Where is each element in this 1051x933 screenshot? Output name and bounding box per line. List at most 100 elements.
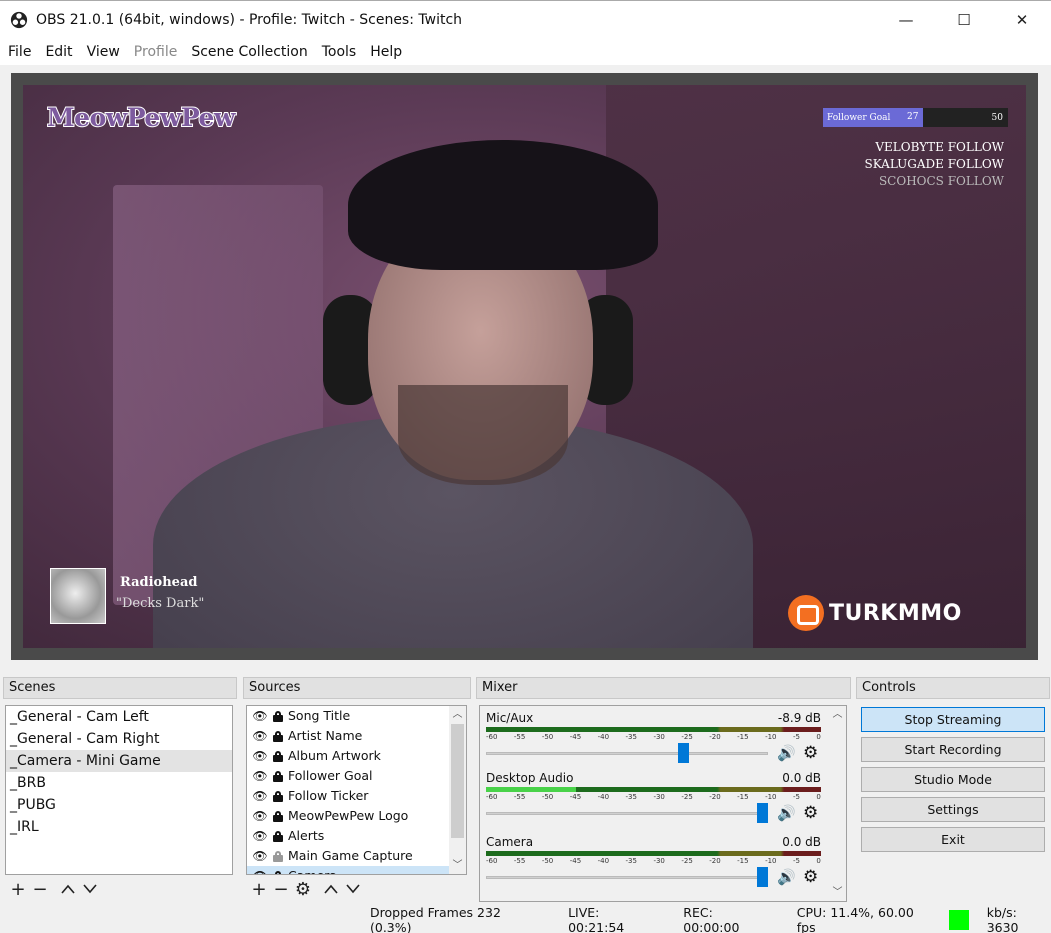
visibility-eye-icon[interactable]: 👁 — [251, 866, 269, 874]
follower-goal-current: 27 — [907, 112, 919, 122]
scene-item[interactable]: _PUBG — [6, 794, 232, 816]
artist-name: Radiohead — [120, 575, 198, 590]
scene-item[interactable]: _IRL — [6, 816, 232, 838]
speaker-icon[interactable]: 🔊 — [777, 804, 796, 822]
scene-item[interactable]: _General - Cam Right — [6, 728, 232, 750]
move-source-up-button[interactable] — [320, 878, 342, 900]
preview-canvas[interactable]: MeowPewPew Follower Goal 27 50 VELOBYTE … — [23, 85, 1026, 648]
unlock-icon[interactable] — [272, 850, 284, 862]
add-source-button[interactable]: + — [248, 878, 270, 900]
scene-item[interactable]: _BRB — [6, 772, 232, 794]
fader-track[interactable] — [486, 876, 768, 879]
move-source-down-button[interactable] — [342, 878, 364, 900]
move-scene-up-button[interactable] — [57, 878, 79, 900]
visibility-eye-icon[interactable]: 👁 — [251, 846, 269, 866]
menu-scene-collection[interactable]: Scene Collection — [191, 44, 307, 60]
lock-icon[interactable] — [272, 730, 284, 742]
menu-view[interactable]: View — [87, 44, 120, 60]
menu-file[interactable]: File — [8, 44, 31, 60]
fader-track[interactable] — [486, 812, 768, 815]
lock-icon[interactable] — [272, 710, 284, 722]
lock-icon[interactable] — [272, 750, 284, 762]
scenes-list[interactable]: _General - Cam Left _General - Cam Right… — [5, 705, 233, 875]
visibility-eye-icon[interactable]: 👁 — [251, 706, 269, 726]
scene-item[interactable]: _General - Cam Left — [6, 706, 232, 728]
menu-help[interactable]: Help — [370, 44, 402, 60]
source-item[interactable]: 👁 Follower Goal — [247, 766, 466, 786]
speaker-icon[interactable]: 🔊 — [777, 744, 796, 762]
ticker-line: VELOBYTE FOLLOW — [875, 140, 1004, 154]
volume-fader[interactable]: 🔊 ⚙ — [486, 742, 821, 764]
fader-knob[interactable] — [757, 803, 768, 823]
lock-icon[interactable] — [272, 870, 284, 874]
volume-fader[interactable]: 🔊 ⚙ — [486, 866, 821, 888]
maximize-button[interactable]: ☐ — [935, 1, 993, 39]
remove-scene-button[interactable]: − — [29, 878, 51, 900]
fader-track[interactable] — [486, 752, 768, 755]
scenes-title: Scenes — [3, 677, 237, 699]
cpu-fps: CPU: 11.4%, 60.00 fps — [796, 905, 914, 933]
brand-text: TURKMMO — [829, 600, 962, 626]
move-scene-down-button[interactable] — [79, 878, 101, 900]
gear-icon[interactable]: ⚙ — [803, 803, 818, 823]
mixer-panel: Mic/Aux -8.9 dB -60 -55 -50 -45 -40 -35 -30 -25-… — [479, 705, 847, 902]
meter-tick-label: -55 — [513, 857, 526, 865]
meter-tick-label: -35 — [625, 857, 637, 865]
scroll-up-arrow-icon[interactable]: ︿ — [829, 706, 846, 723]
menu-edit[interactable]: Edit — [45, 44, 72, 60]
visibility-eye-icon[interactable]: 👁 — [251, 726, 269, 746]
scroll-up-arrow-icon[interactable]: ︿ — [449, 706, 466, 723]
visibility-eye-icon[interactable]: 👁 — [251, 786, 269, 806]
settings-button[interactable]: Settings — [861, 797, 1045, 822]
lock-icon[interactable] — [272, 810, 284, 822]
close-button[interactable]: ✕ — [993, 1, 1051, 39]
visibility-eye-icon[interactable]: 👁 — [251, 766, 269, 786]
studio-mode-button[interactable]: Studio Mode — [861, 767, 1045, 792]
scene-item[interactable]: _Camera - Mini Game — [6, 750, 232, 772]
exit-button[interactable]: Exit — [861, 827, 1045, 852]
visibility-eye-icon[interactable]: 👁 — [251, 826, 269, 846]
sources-list[interactable]: 👁 Song Title 👁 Artist Name 👁 Album Artwork … — [246, 705, 467, 875]
lock-icon[interactable] — [272, 770, 284, 782]
source-item[interactable]: 👁 Artist Name — [247, 726, 466, 746]
remove-source-button[interactable]: − — [270, 878, 292, 900]
source-item[interactable]: 👁 Follow Ticker — [247, 786, 466, 806]
meter-tick-label: -30 — [653, 857, 665, 865]
sources-scrollbar[interactable]: ︿ ﹀ — [449, 706, 466, 874]
gear-icon[interactable]: ⚙ — [803, 743, 818, 763]
source-item[interactable]: 👁 Song Title — [247, 706, 466, 726]
speaker-icon[interactable]: 🔊 — [777, 868, 796, 886]
source-item[interactable]: 👁 Camera — [247, 866, 466, 874]
gear-icon[interactable]: ⚙ — [803, 867, 818, 887]
lock-icon[interactable] — [272, 830, 284, 842]
source-item[interactable]: 👁 Main Game Capture — [247, 846, 466, 866]
source-properties-gear-icon[interactable]: ⚙ — [292, 878, 314, 900]
preview-area: MeowPewPew Follower Goal 27 50 VELOBYTE … — [0, 65, 1051, 675]
scroll-down-arrow-icon[interactable]: ﹀ — [449, 857, 466, 874]
minimize-button[interactable]: — — [877, 1, 935, 39]
mixer-scrollbar[interactable]: ︿ ﹀ — [829, 706, 846, 901]
meter-tick-label: -15 — [737, 857, 749, 865]
fader-knob[interactable] — [678, 743, 689, 763]
fader-knob[interactable] — [757, 867, 768, 887]
source-item[interactable]: 👁 Album Artwork — [247, 746, 466, 766]
scrollbar-thumb[interactable] — [451, 724, 464, 838]
add-scene-button[interactable]: + — [7, 878, 29, 900]
visibility-eye-icon[interactable]: 👁 — [251, 806, 269, 826]
menu-profile[interactable]: Profile — [134, 44, 178, 60]
source-item[interactable]: 👁 Alerts — [247, 826, 466, 846]
meter-scale: -60 -55 -50 -45 -40 -35 -30 -25 -20 -15 -10 -5 0 — [486, 733, 821, 742]
menu-tools[interactable]: Tools — [322, 44, 357, 60]
stop-streaming-button[interactable]: Stop Streaming — [861, 707, 1045, 732]
overlay-logo: MeowPewPew — [46, 102, 236, 133]
volume-fader[interactable]: 🔊 ⚙ — [486, 802, 821, 824]
lock-icon[interactable] — [272, 790, 284, 802]
follower-goal-bar: Follower Goal 27 50 — [823, 108, 1008, 127]
visibility-eye-icon[interactable]: 👁 — [251, 746, 269, 766]
source-item[interactable]: 👁 MeowPewPew Logo — [247, 806, 466, 826]
scroll-down-arrow-icon[interactable]: ﹀ — [829, 884, 846, 901]
brand-logo: TURKMMO — [788, 595, 962, 631]
volume-meter — [486, 787, 821, 792]
start-recording-button[interactable]: Start Recording — [861, 737, 1045, 762]
preview-frame[interactable]: MeowPewPew Follower Goal 27 50 VELOBYTE … — [11, 73, 1038, 660]
